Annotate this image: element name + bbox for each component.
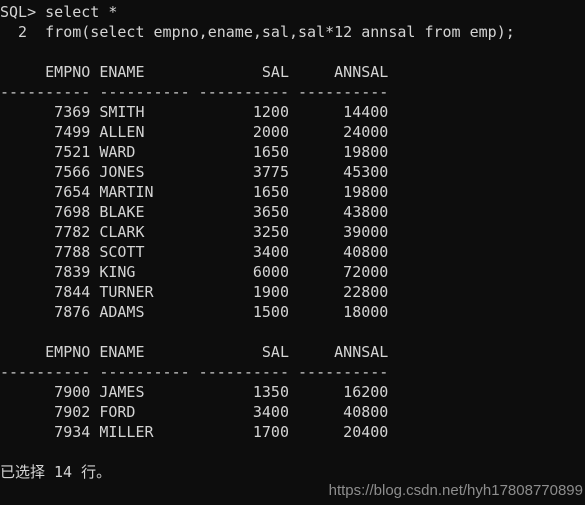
spacer-line-2 (0, 322, 585, 342)
table-row: 7369 SMITH 1200 14400 (0, 103, 389, 121)
sqlplus-terminal[interactable]: SQL> select * 2 from(select empno,ename,… (0, 0, 585, 505)
result-header-2: EMPNO ENAME SAL ANNSAL (0, 343, 389, 361)
terminal-output: SQL> select * 2 from(select empno,ename,… (0, 2, 585, 482)
row-count-status: 已选择 14 行。 (0, 463, 112, 481)
table-row: 7782 CLARK 3250 39000 (0, 223, 389, 241)
result-header-1: EMPNO ENAME SAL ANNSAL (0, 63, 389, 81)
spacer-line-1 (0, 42, 585, 62)
table-row: 7900 JAMES 1350 16200 (0, 383, 389, 401)
table-row: 7876 ADAMS 1500 18000 (0, 303, 389, 321)
table-row: 7566 JONES 3775 45300 (0, 163, 389, 181)
result-separator-2: ---------- ---------- ---------- -------… (0, 363, 389, 381)
sql-prompt-line-2: 2 from(select empno,ename,sal,sal*12 ann… (0, 23, 515, 41)
sql-prompt-line-1: SQL> select * (0, 3, 118, 21)
result-separator-1: ---------- ---------- ---------- -------… (0, 83, 389, 101)
table-row: 7654 MARTIN 1650 19800 (0, 183, 389, 201)
table-row: 7499 ALLEN 2000 24000 (0, 123, 389, 141)
table-row: 7902 FORD 3400 40800 (0, 403, 389, 421)
table-row: 7698 BLAKE 3650 43800 (0, 203, 389, 221)
csdn-blog-watermark: https://blog.csdn.net/hyh17808770899 (328, 482, 583, 499)
table-row: 7788 SCOTT 3400 40800 (0, 243, 389, 261)
table-row: 7839 KING 6000 72000 (0, 263, 389, 281)
table-row: 7844 TURNER 1900 22800 (0, 283, 389, 301)
table-row: 7934 MILLER 1700 20400 (0, 423, 389, 441)
spacer-line-3 (0, 442, 585, 462)
table-row: 7521 WARD 1650 19800 (0, 143, 389, 161)
